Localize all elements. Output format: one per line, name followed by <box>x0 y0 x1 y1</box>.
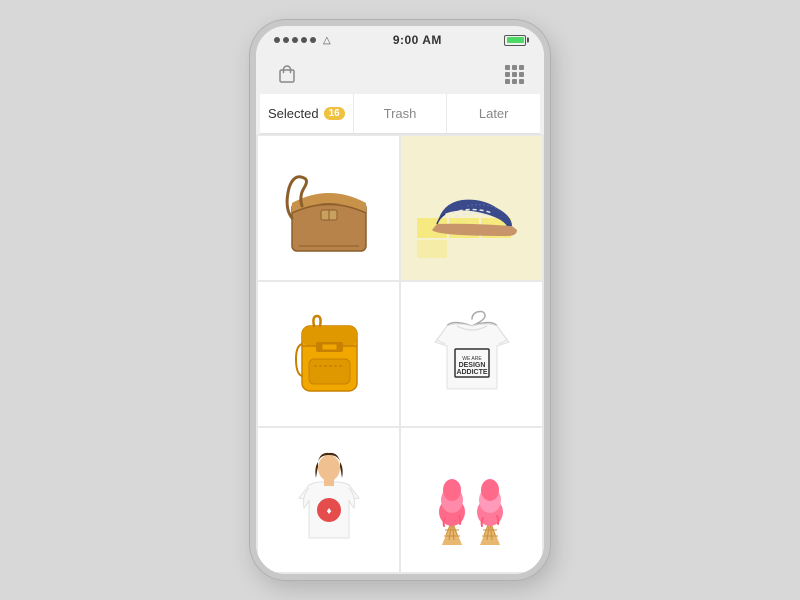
signal-dot-2 <box>283 37 289 43</box>
grid-dot <box>519 65 524 70</box>
svg-text:ADDICTE: ADDICTE <box>456 369 487 376</box>
grid-dot <box>512 72 517 77</box>
product-item-6[interactable] <box>401 428 542 572</box>
shopping-bag-icon[interactable] <box>276 63 298 85</box>
tab-bar: Selected 16 Trash Later <box>260 94 540 134</box>
tab-trash-label: Trash <box>384 106 417 121</box>
tab-selected-label: Selected <box>268 106 319 121</box>
tab-later-label: Later <box>479 106 509 121</box>
content-area: Selected 16 Trash Later <box>256 94 544 574</box>
design-tshirt-image: WE ARE DESIGN ADDICTE <box>417 304 527 404</box>
signal-dot-5 <box>310 37 316 43</box>
grid-dot <box>519 72 524 77</box>
grid-dot <box>512 65 517 70</box>
signal-dot-4 <box>301 37 307 43</box>
product-grid: WE ARE DESIGN ADDICTE <box>256 134 544 574</box>
signal-indicators: △ <box>274 35 331 46</box>
status-time: 9:00 AM <box>393 33 442 47</box>
battery-fill <box>507 37 524 43</box>
grid-menu-icon[interactable] <box>505 65 524 84</box>
grid-dot <box>519 79 524 84</box>
phone-frame: △ 9:00 AM <box>250 20 550 580</box>
nav-bar <box>256 54 544 94</box>
tab-trash[interactable]: Trash <box>354 94 448 133</box>
svg-text:♦: ♦ <box>326 506 331 517</box>
product-item-4[interactable]: WE ARE DESIGN ADDICTE <box>401 282 542 426</box>
ice-cream-image <box>417 450 527 550</box>
grid-dot <box>512 79 517 84</box>
grid-dot <box>505 72 510 77</box>
grid-dot <box>505 79 510 84</box>
signal-dot-3 <box>292 37 298 43</box>
grid-dot <box>505 65 510 70</box>
product-item-5[interactable]: ♦ <box>258 428 399 572</box>
product-item-1[interactable] <box>258 136 399 280</box>
product-item-2[interactable] <box>401 136 542 280</box>
wifi-icon: △ <box>323 35 331 46</box>
girl-tshirt-image: ♦ <box>274 450 384 550</box>
battery-icon <box>504 35 526 46</box>
signal-dot-1 <box>274 37 280 43</box>
yellow-backpack-image <box>274 304 384 404</box>
svg-text:DESIGN: DESIGN <box>458 362 485 369</box>
tab-later[interactable]: Later <box>447 94 540 133</box>
tab-selected-badge: 16 <box>324 107 345 120</box>
brown-bag-image <box>274 158 384 258</box>
tab-selected[interactable]: Selected 16 <box>260 94 354 133</box>
blue-shoe-image <box>417 158 527 258</box>
battery-indicator <box>504 35 526 46</box>
product-item-3[interactable] <box>258 282 399 426</box>
status-bar: △ 9:00 AM <box>256 26 544 54</box>
